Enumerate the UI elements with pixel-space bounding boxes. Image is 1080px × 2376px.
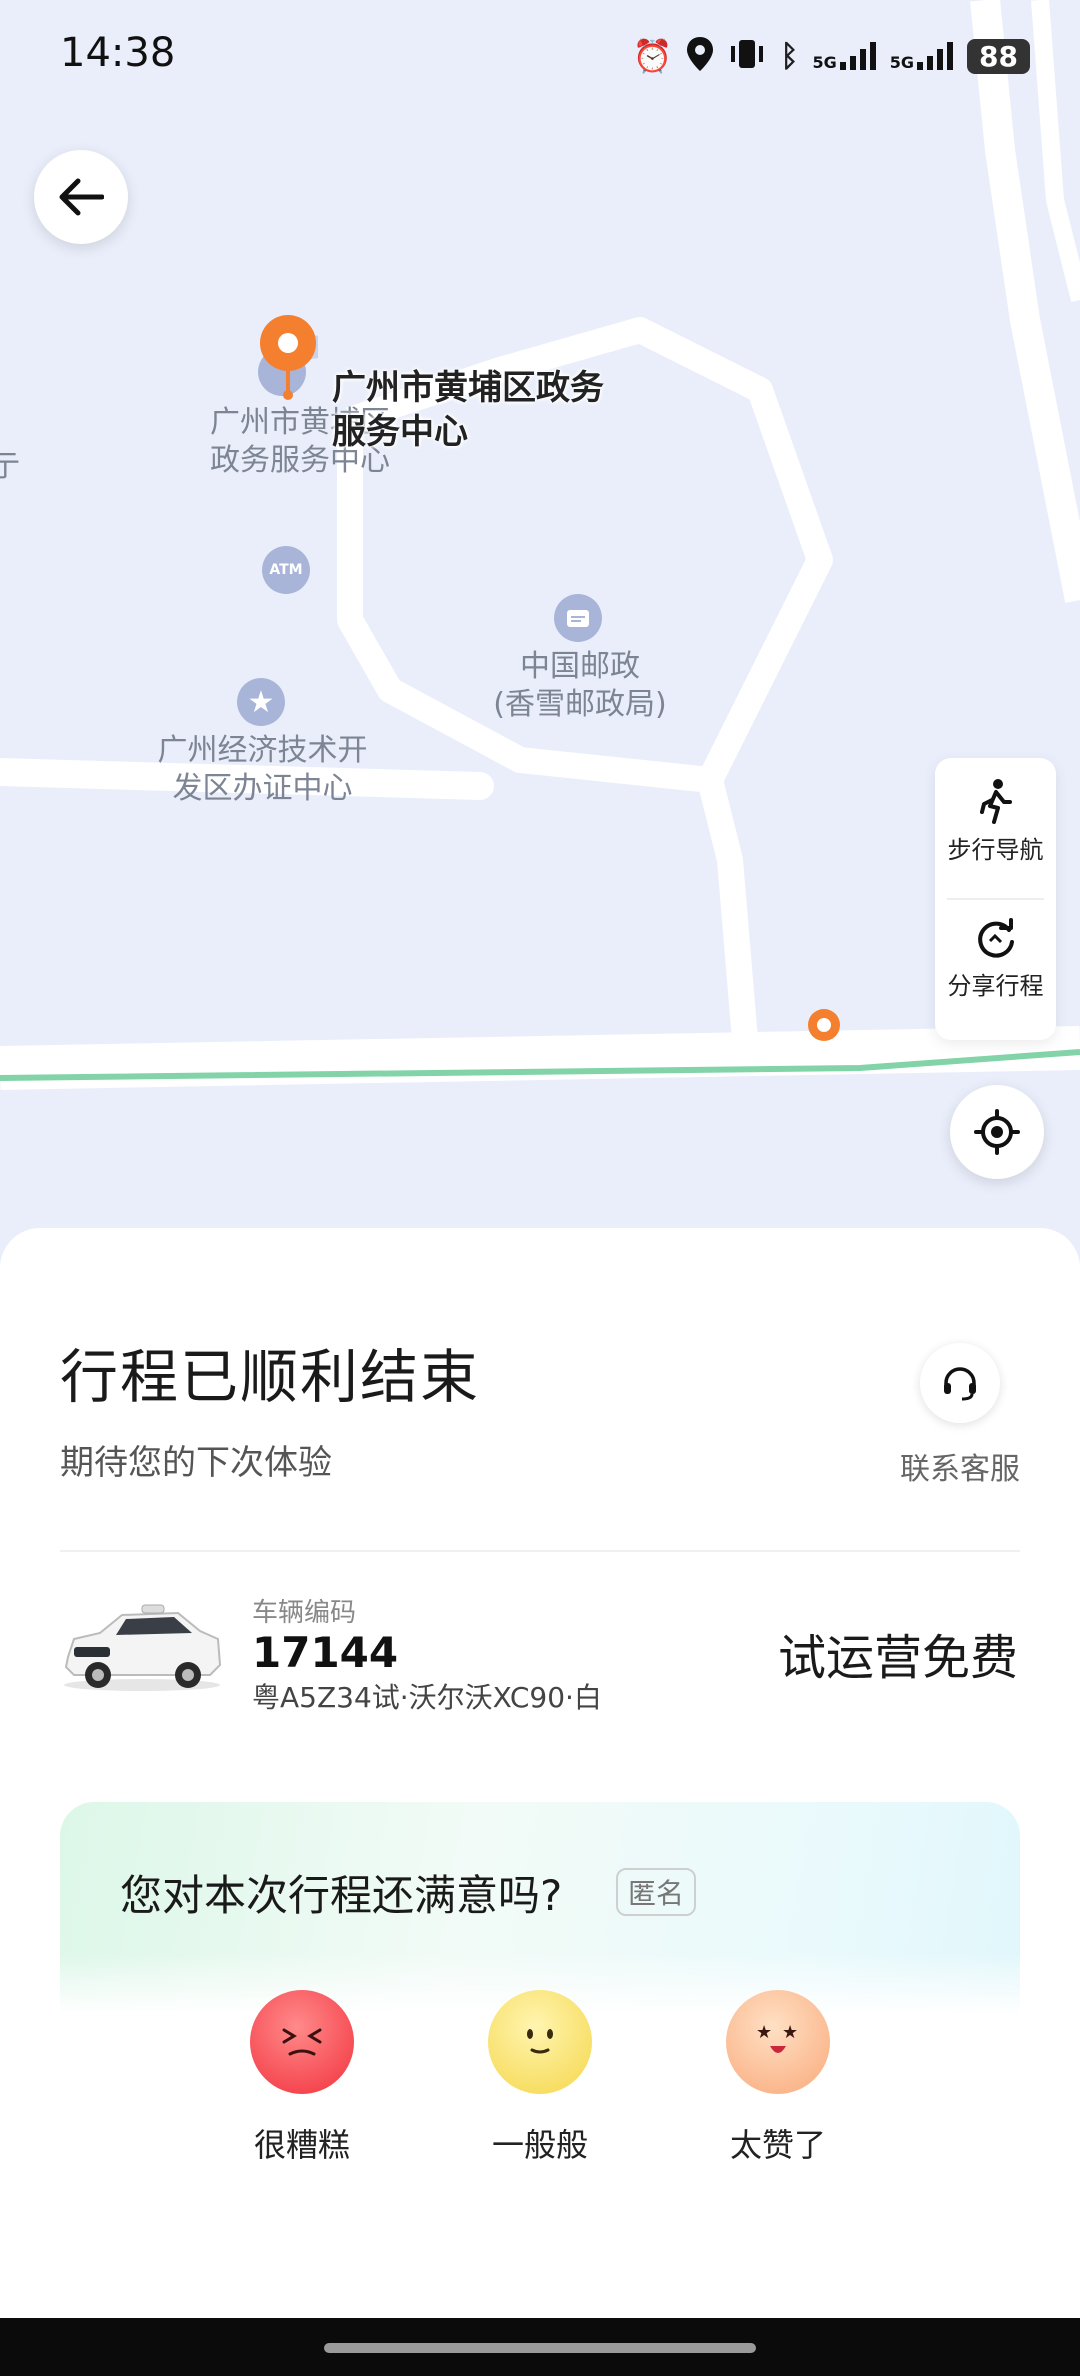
alarm-icon: ⏰ bbox=[632, 37, 673, 75]
share-trip-button[interactable]: 分享行程 bbox=[935, 918, 1056, 1001]
signal-icon-1: 5G bbox=[813, 42, 876, 71]
headset-icon bbox=[944, 1367, 976, 1401]
customer-service-button[interactable] bbox=[920, 1343, 1000, 1423]
status-time: 14:38 bbox=[60, 30, 176, 76]
atm-icon: ATM bbox=[262, 546, 310, 594]
poi-post-label: 中国邮政 (香雪邮政局) bbox=[493, 649, 667, 722]
arrow-left-icon bbox=[59, 178, 104, 216]
vehicle-number: 17144 bbox=[252, 1628, 399, 1677]
trip-ended-title: 行程已顺利结束 bbox=[60, 1343, 481, 1411]
poi-edge-label: 亍 bbox=[0, 449, 20, 484]
walk-icon bbox=[979, 779, 1012, 824]
angry-face-icon bbox=[250, 1990, 354, 2094]
rating-option-bad[interactable]: 很糟糕 bbox=[222, 1990, 382, 2166]
post-icon bbox=[554, 594, 602, 642]
vibrate-icon bbox=[727, 38, 767, 74]
map-view[interactable] bbox=[0, 0, 1080, 1240]
rating-option-great-label: 太赞了 bbox=[729, 2126, 826, 2164]
section-divider bbox=[60, 1550, 1020, 1552]
anonymous-tag: 匿名 bbox=[616, 1868, 697, 1916]
customer-service-label[interactable]: 联系客服 bbox=[880, 1444, 1040, 1488]
locate-me-button[interactable] bbox=[950, 1085, 1044, 1179]
side-divider bbox=[947, 898, 1044, 900]
home-gesture-handle[interactable] bbox=[324, 2343, 756, 2353]
rating-option-bad-label: 很糟糕 bbox=[253, 2126, 350, 2164]
rating-option-neutral-label: 一般般 bbox=[491, 2126, 588, 2164]
svg-text:★: ★ bbox=[782, 2022, 798, 2043]
rating-option-neutral[interactable]: 一般般 bbox=[460, 1990, 620, 2166]
poi-office-label: 广州经济技术开 发区办证中心 bbox=[157, 733, 368, 806]
map-canvas bbox=[0, 0, 1080, 1240]
walk-nav-button[interactable]: 步行导航 bbox=[935, 778, 1056, 865]
destination-name: 广州市黄埔区政务 服务中心 bbox=[332, 368, 604, 452]
bluetooth-icon: ᛒ bbox=[780, 38, 799, 74]
rating-question: 您对本次行程还满意吗? bbox=[120, 1871, 563, 1920]
fare-text: 试运营免费 bbox=[777, 1630, 1018, 1686]
signal-icon-2: 5G bbox=[890, 42, 954, 71]
locate-icon bbox=[974, 1109, 1020, 1155]
neutral-face-icon bbox=[488, 1990, 592, 2094]
location-icon bbox=[686, 37, 713, 75]
rating-option-great[interactable]: ★ ★ 太赞了 bbox=[698, 1990, 858, 2166]
battery-indicator: 88 bbox=[967, 38, 1030, 74]
back-button[interactable] bbox=[34, 150, 128, 244]
star-icon: ★ bbox=[237, 678, 285, 726]
share-icon bbox=[977, 918, 1014, 958]
vehicle-code-label: 车辆编码 bbox=[252, 1598, 357, 1628]
vehicle-description: 粤A5Z34试·沃尔沃XC90·白 bbox=[252, 1681, 602, 1714]
trip-subtitle: 期待您的下次体验 bbox=[60, 1443, 332, 1483]
status-icons: ⏰ ᛒ 5G 5G 88 bbox=[633, 34, 1030, 78]
map-side-actions: 步行导航 分享行程 bbox=[935, 758, 1056, 1040]
svg-text:★: ★ bbox=[756, 2022, 772, 2043]
vehicle-image bbox=[60, 1595, 225, 1695]
star-eyes-face-icon: ★ ★ bbox=[726, 1990, 830, 2094]
location-pin-icon bbox=[258, 315, 334, 405]
